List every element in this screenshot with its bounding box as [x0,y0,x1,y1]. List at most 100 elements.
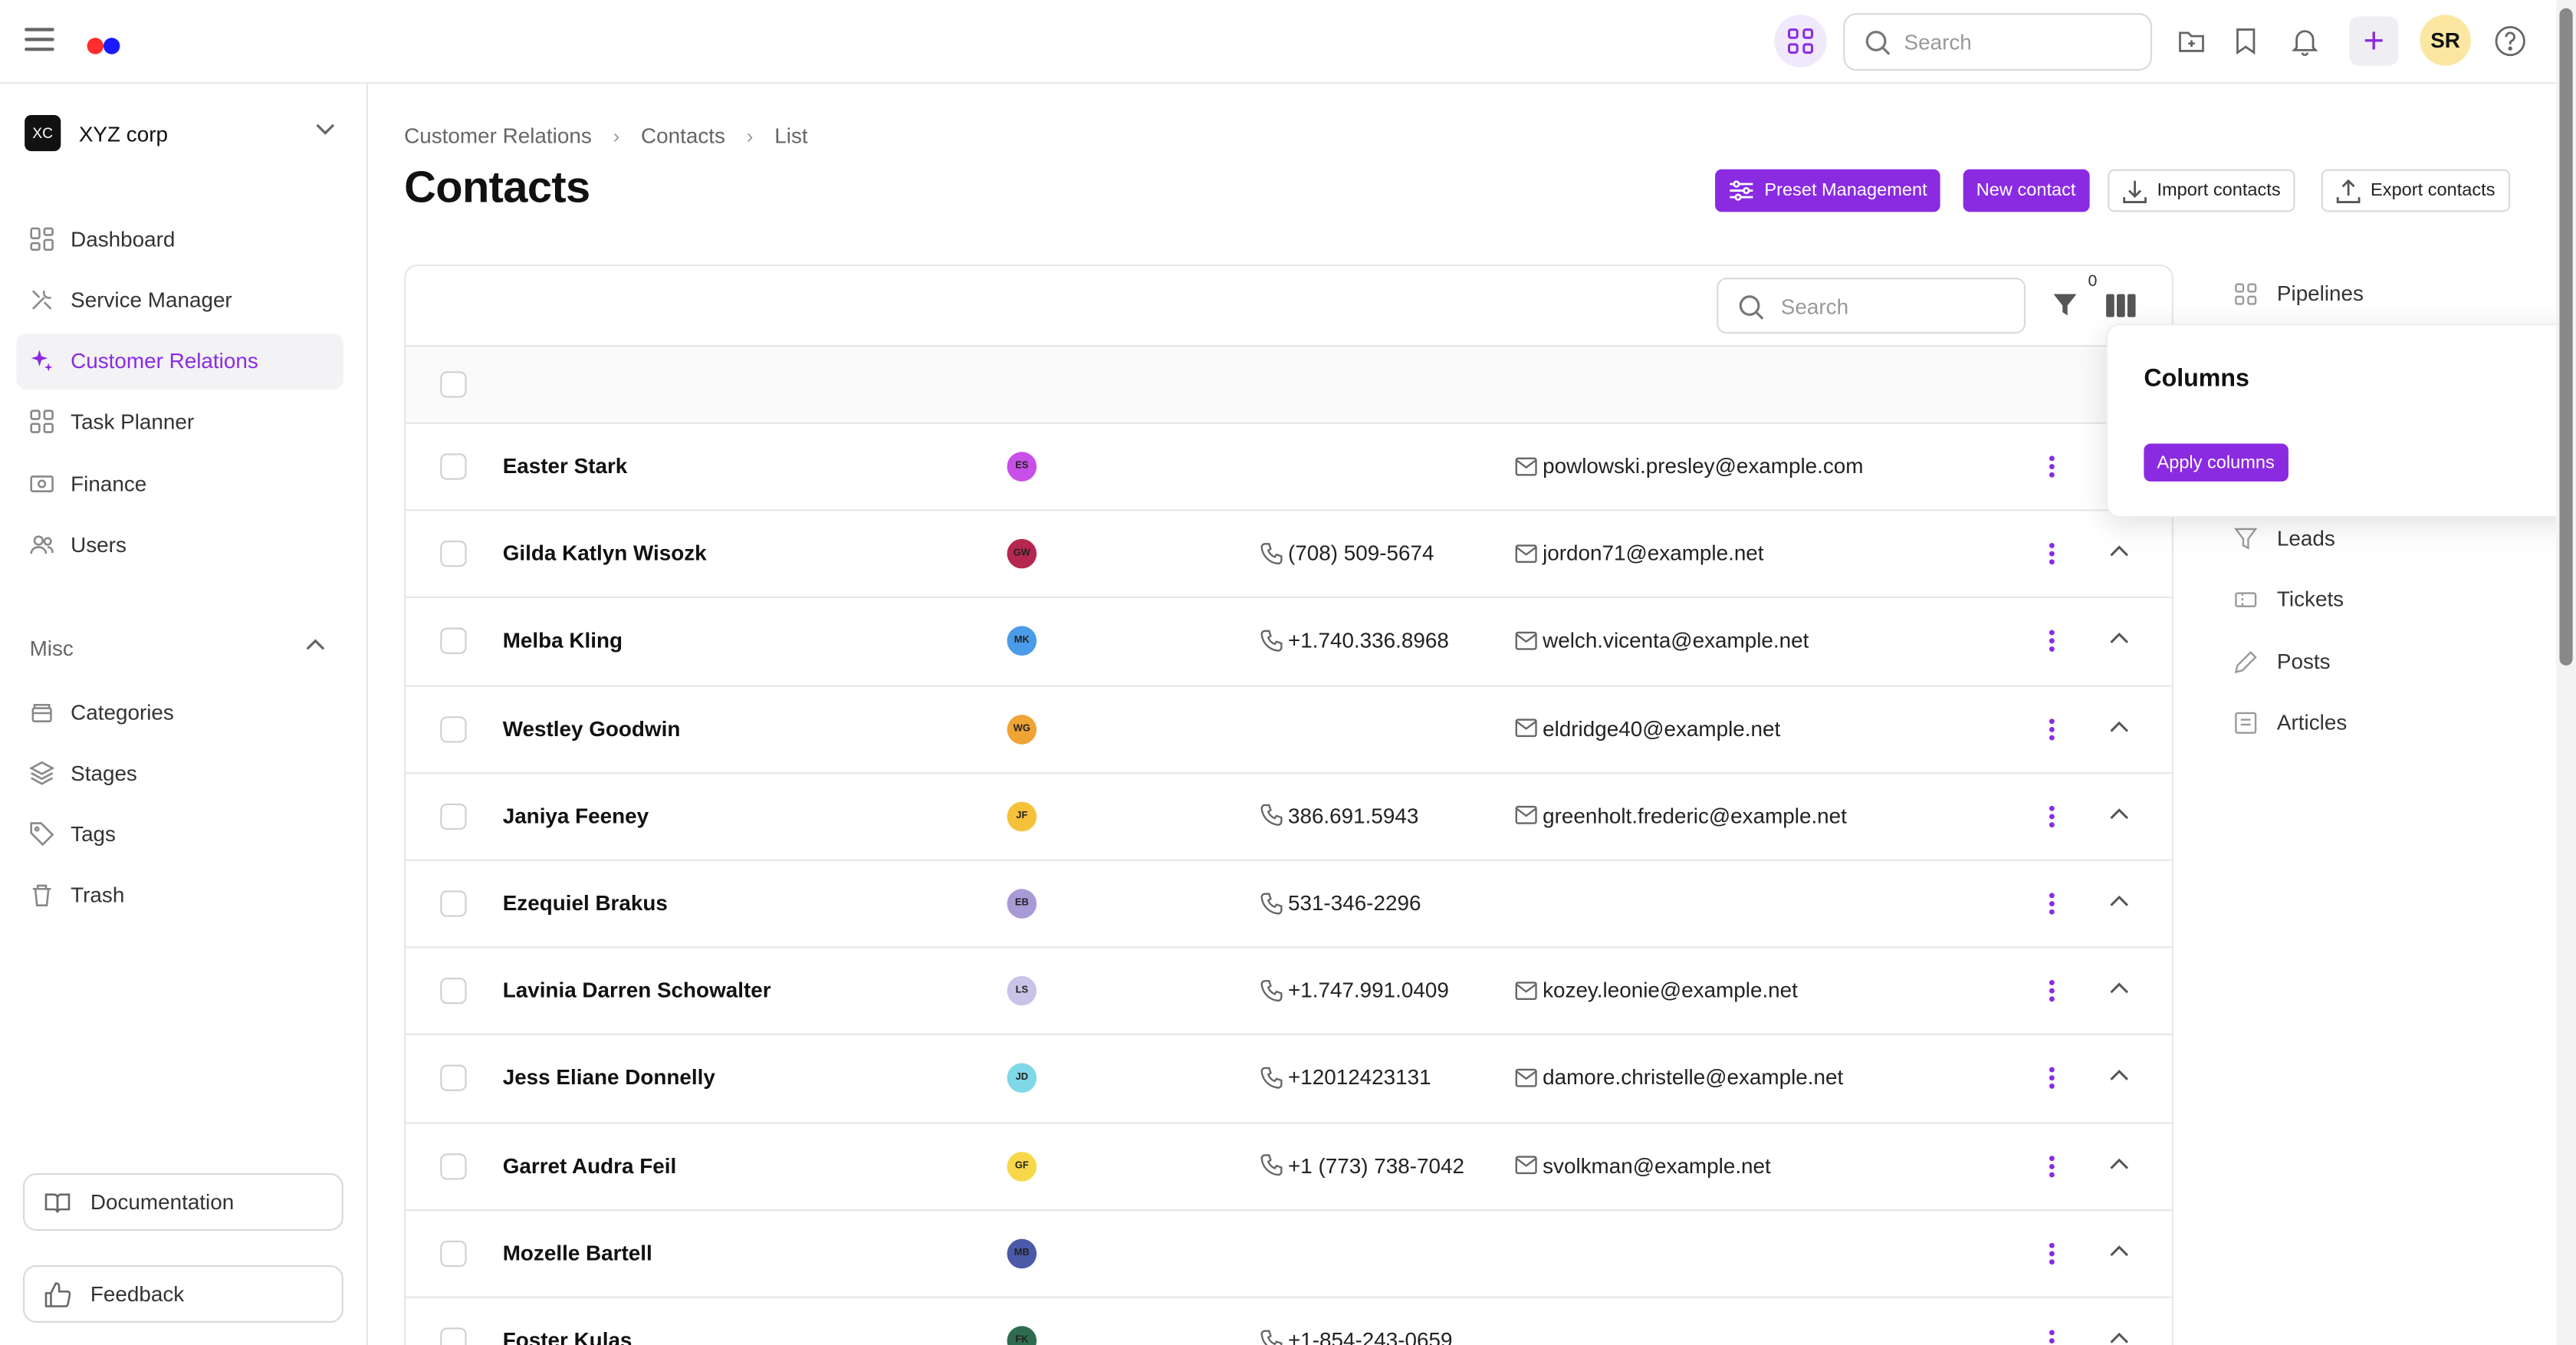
table-row[interactable]: Janiya Feeney JF 386.691.5943 greenholt.fre… [406,771,2172,860]
sidebar-item-service-manager[interactable]: Service Manager [16,271,343,327]
apps-icon[interactable] [1774,15,1827,67]
new-contact-button[interactable]: New contact [1963,169,2089,212]
kebab-menu-icon[interactable] [2049,543,2055,566]
mail-icon [1515,1156,1537,1175]
menu-icon[interactable] [25,28,54,51]
breadcrumb-item[interactable]: Contacts [641,123,725,148]
kebab-menu-icon[interactable] [2049,455,2055,478]
sidebar-item-finance[interactable]: Finance [16,455,343,511]
bookmark-icon[interactable] [2224,20,2267,63]
folder-add-icon[interactable] [2170,20,2213,63]
table-row[interactable]: Easter Stark ES powlowski.presley@example.… [406,422,2172,510]
chevron-up-icon[interactable] [2109,719,2129,732]
page-scrollbar[interactable] [2556,0,2576,1345]
row-checkbox[interactable] [440,453,467,480]
table-row[interactable]: Garret Audra Feil GF +1 (773) 738-7042 svol… [406,1121,2172,1209]
contact-name[interactable]: Garret Audra Feil [503,1153,677,1177]
brand-logo[interactable] [87,33,120,63]
chevron-up-icon[interactable] [2109,544,2129,557]
contact-name[interactable]: Easter Stark [503,453,628,478]
sidebar-item-stages[interactable]: Stages [16,745,343,801]
row-checkbox[interactable] [440,1153,467,1179]
contact-name[interactable]: Jess Eliane Donnelly [503,1065,715,1090]
chevron-up-icon[interactable] [2109,1069,2129,1082]
right-nav-item-leads[interactable]: Leads [2234,526,2335,551]
global-search-input[interactable]: Search [1843,13,2153,71]
kebab-menu-icon[interactable] [2049,630,2055,653]
sidebar-item-trash[interactable]: Trash [16,867,343,923]
contact-name[interactable]: Melba Kling [503,628,623,653]
contact-name[interactable]: Mozelle Bartell [503,1240,652,1264]
row-checkbox[interactable] [440,1065,467,1092]
table-row[interactable]: Gilda Katlyn Wisozk GW (708) 509-5674 jordo… [406,509,2172,597]
filter-icon[interactable] [2052,292,2078,318]
scrollbar-thumb[interactable] [2559,8,2573,666]
row-checkbox[interactable] [440,978,467,1005]
columns-icon[interactable] [2106,294,2136,317]
table-row[interactable]: Lavinia Darren Schowalter LS +1.747.991.04… [406,946,2172,1034]
table-row[interactable]: Westley Goodwin WG eldridge40@example.net [406,684,2172,772]
kebab-menu-icon[interactable] [2049,805,2055,828]
user-avatar[interactable]: SR [2420,15,2471,66]
org-switcher[interactable]: XC XYZ corp [25,114,168,152]
chevron-up-icon[interactable] [306,637,326,650]
table-row[interactable]: Jess Eliane Donnelly JD +12012423131 damore… [406,1034,2172,1122]
chevron-down-icon[interactable] [315,123,335,136]
table-row[interactable]: Foster Kulas FK +1-854-243-0659 [406,1296,2172,1345]
kebab-menu-icon[interactable] [2049,980,2055,1003]
kebab-menu-icon[interactable] [2049,1067,2055,1090]
chevron-up-icon[interactable] [2109,982,2129,995]
row-checkbox[interactable] [440,1327,467,1345]
chevron-up-icon[interactable] [2109,894,2129,907]
chevron-up-icon[interactable] [2109,632,2129,645]
sidebar-item-tags[interactable]: Tags [16,806,343,862]
feedback-button[interactable]: Feedback [22,1264,343,1323]
chevron-up-icon[interactable] [2109,1244,2129,1257]
row-checkbox[interactable] [440,1240,467,1267]
sidebar-item-task-planner[interactable]: Task Planner [16,394,343,450]
right-nav-item-pipelines[interactable]: Pipelines [2234,281,2364,306]
breadcrumb-item[interactable]: Customer Relations [404,123,592,148]
kebab-menu-icon[interactable] [2049,1242,2055,1265]
contact-name[interactable]: Lavinia Darren Schowalter [503,978,771,1002]
chevron-up-icon[interactable] [2109,1156,2129,1169]
chevron-up-icon[interactable] [2109,807,2129,820]
sidebar-item-users[interactable]: Users [16,517,343,573]
kebab-menu-icon[interactable] [2049,1330,2055,1345]
export-contacts-button[interactable]: Export contacts [2321,169,2510,212]
right-nav-item-articles[interactable]: Articles [2234,710,2347,735]
contact-name[interactable]: Janiya Feeney [503,803,649,827]
kebab-menu-icon[interactable] [2049,893,2055,916]
bell-icon[interactable] [2283,20,2326,63]
right-nav-item-tickets[interactable]: Tickets [2234,587,2344,611]
select-all-checkbox[interactable] [440,371,467,398]
table-row[interactable]: Ezequiel Brakus EB 531-346-2296 [406,859,2172,947]
kebab-menu-icon[interactable] [2049,1155,2055,1178]
contact-name[interactable]: Gilda Katlyn Wisozk [503,541,707,565]
table-search-input[interactable]: Search [1717,278,2026,334]
import-contacts-button[interactable]: Import contacts [2108,169,2295,212]
sidebar-item-customer-relations[interactable]: Customer Relations [16,333,343,389]
box-icon [31,702,52,722]
apply-columns-button[interactable]: Apply columns [2144,443,2288,482]
row-checkbox[interactable] [440,628,467,655]
contact-name[interactable]: Westley Goodwin [503,715,681,740]
chevron-up-icon[interactable] [2109,1331,2129,1344]
row-checkbox[interactable] [440,890,467,917]
table-row[interactable]: Mozelle Bartell MB [406,1209,2172,1297]
row-checkbox[interactable] [440,715,467,742]
table-row[interactable]: Melba Kling MK +1.740.336.8968 welch.vicent… [406,597,2172,685]
preset-management-button[interactable]: Preset Management [1715,169,1940,212]
right-nav-item-posts[interactable]: Posts [2234,649,2331,674]
contact-name[interactable]: Ezequiel Brakus [503,890,668,915]
create-plus-button[interactable]: + [2349,16,2399,66]
documentation-button[interactable]: Documentation [22,1172,343,1231]
sidebar-item-dashboard[interactable]: Dashboard [16,210,343,266]
contact-avatar: LS [1007,976,1037,1006]
help-icon[interactable] [2489,20,2532,63]
row-checkbox[interactable] [440,541,467,567]
row-checkbox[interactable] [440,803,467,830]
contact-name[interactable]: Foster Kulas [503,1327,632,1345]
kebab-menu-icon[interactable] [2049,718,2055,741]
sidebar-item-categories[interactable]: Categories [16,683,343,739]
